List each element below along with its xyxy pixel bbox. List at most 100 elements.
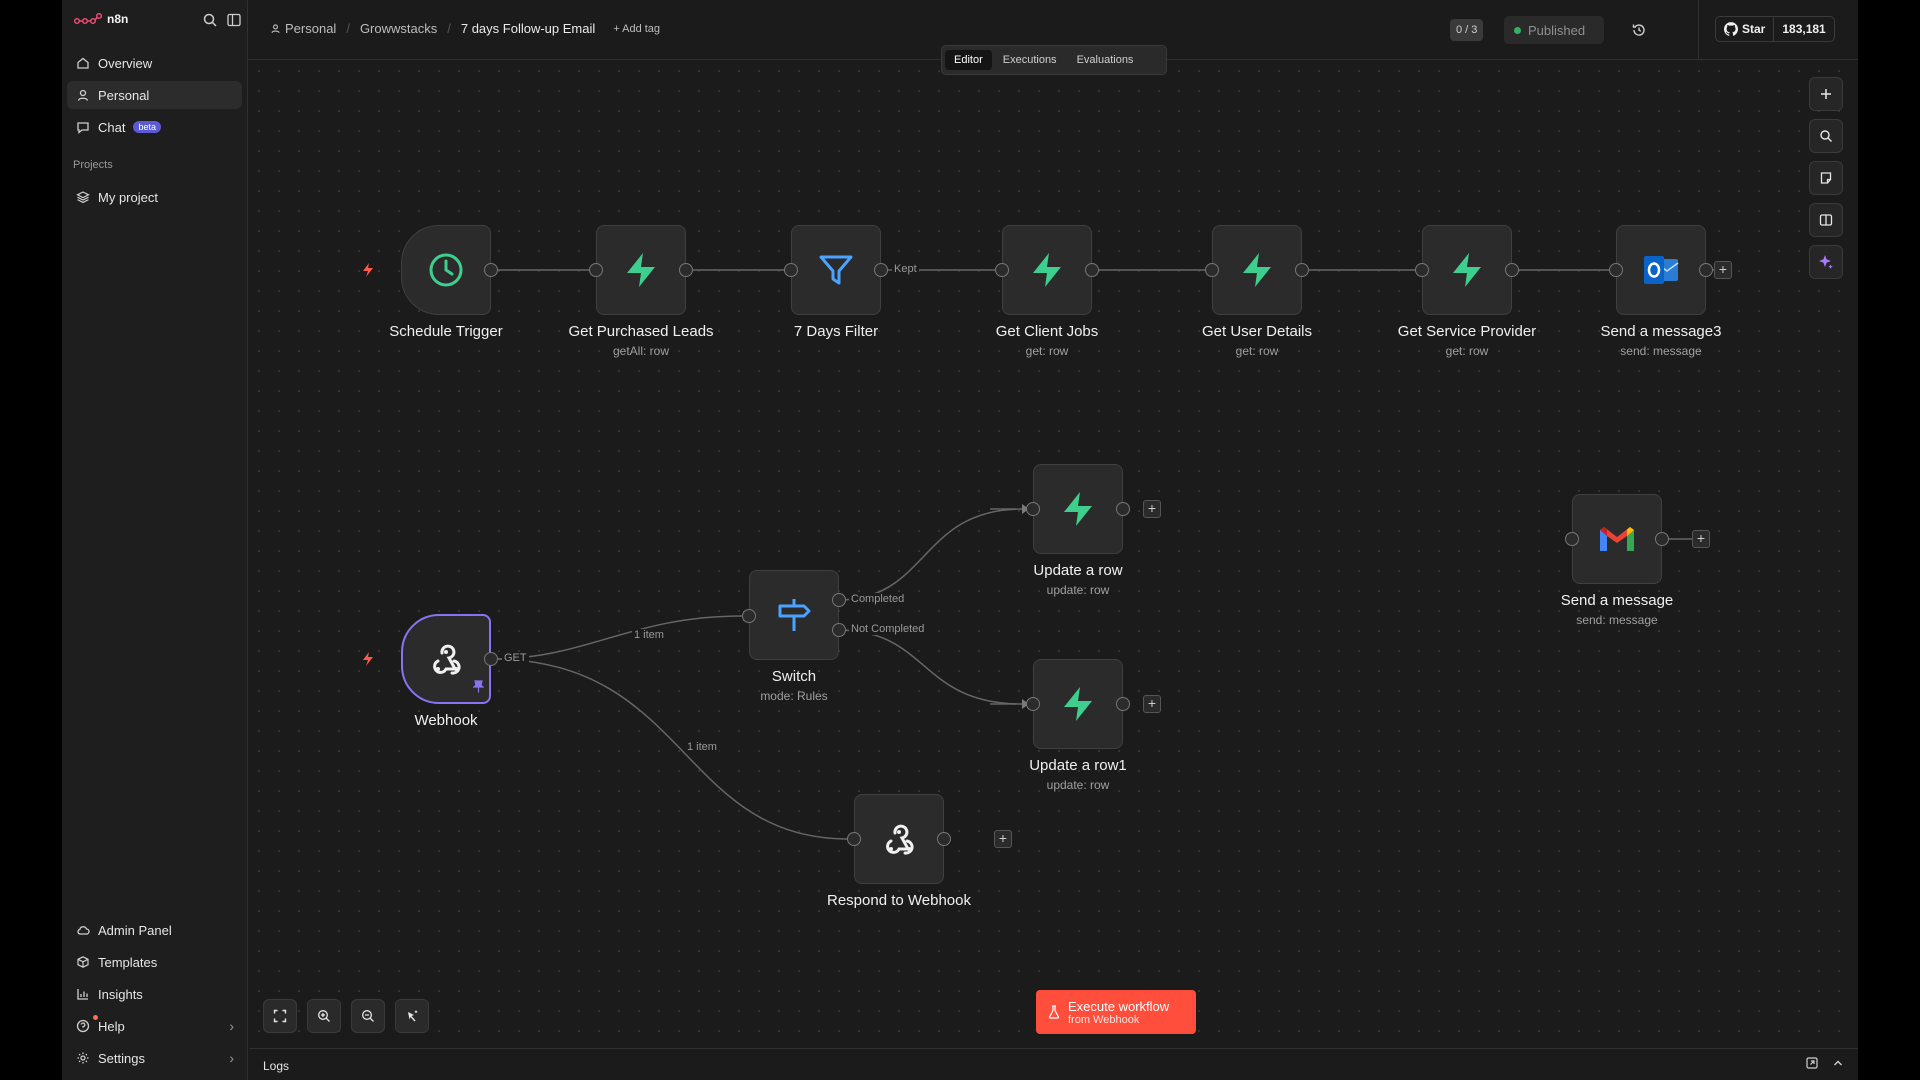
sticky-note-button[interactable] bbox=[1809, 161, 1843, 195]
input-port[interactable] bbox=[1609, 263, 1623, 277]
connection[interactable] bbox=[490, 615, 744, 660]
node-send-a-message[interactable] bbox=[1572, 494, 1662, 584]
chevron-right-icon: › bbox=[229, 1018, 234, 1034]
output-port[interactable] bbox=[679, 263, 693, 277]
trigger-bolt-icon bbox=[361, 262, 375, 283]
home-icon bbox=[77, 57, 89, 69]
bar-chart-icon bbox=[77, 989, 88, 1000]
chevron-up-icon[interactable] bbox=[1832, 1057, 1844, 1072]
workflow-name[interactable]: 7 days Follow-up Email bbox=[461, 21, 595, 36]
connection[interactable] bbox=[490, 658, 850, 840]
input-port[interactable] bbox=[1415, 263, 1429, 277]
node-send-a-message3[interactable] bbox=[1616, 225, 1706, 315]
node-respond-to-webhook[interactable] bbox=[854, 794, 944, 884]
output-port[interactable] bbox=[1116, 697, 1130, 711]
output-port[interactable] bbox=[484, 263, 498, 277]
add-node-button[interactable]: + bbox=[1143, 695, 1161, 713]
input-port[interactable] bbox=[784, 263, 798, 277]
output-port[interactable] bbox=[484, 652, 498, 666]
add-node-button[interactable]: + bbox=[1714, 261, 1732, 279]
node-label: Get User Details bbox=[1201, 323, 1313, 340]
input-port[interactable] bbox=[589, 263, 603, 277]
input-port[interactable] bbox=[847, 832, 861, 846]
output-port[interactable] bbox=[1699, 263, 1713, 277]
toggle-panel-button[interactable] bbox=[1809, 203, 1843, 237]
sidebar-item-settings[interactable]: Settings › bbox=[67, 1044, 242, 1072]
breadcrumb-growwstacks[interactable]: Growwstacks bbox=[360, 21, 437, 36]
add-tag-button[interactable]: + Add tag bbox=[613, 23, 660, 35]
search-nodes-button[interactable] bbox=[1809, 119, 1843, 153]
output-port-not-completed[interactable] bbox=[832, 623, 846, 637]
input-port[interactable] bbox=[1205, 263, 1219, 277]
zoom-out-button[interactable] bbox=[351, 999, 385, 1033]
add-node-panel-button[interactable] bbox=[1809, 77, 1843, 111]
input-port[interactable] bbox=[1026, 502, 1040, 516]
logs-panel[interactable]: Logs bbox=[249, 1048, 1858, 1080]
workflow-canvas[interactable]: Schedule Trigger Get Purchased Leads get… bbox=[249, 61, 1858, 1048]
sidebar-item-label: Admin Panel bbox=[98, 922, 172, 938]
input-port[interactable] bbox=[742, 609, 756, 623]
sidebar-item-insights[interactable]: Insights bbox=[67, 980, 242, 1008]
breadcrumb-personal[interactable]: Personal bbox=[285, 21, 336, 36]
search-icon[interactable] bbox=[202, 12, 218, 28]
published-button[interactable]: Published bbox=[1504, 16, 1604, 44]
zoom-in-button[interactable] bbox=[307, 999, 341, 1033]
sidebar-toggle-icon[interactable] bbox=[226, 12, 242, 28]
output-port[interactable] bbox=[1116, 502, 1130, 516]
sidebar-item-admin-panel[interactable]: Admin Panel bbox=[67, 916, 242, 944]
n8n-logo[interactable]: n8n bbox=[74, 12, 128, 26]
zoom-out-icon bbox=[362, 1010, 374, 1022]
output-port-completed[interactable] bbox=[832, 593, 846, 607]
node-label: Get Service Provider bbox=[1397, 323, 1537, 340]
sidebar-item-overview[interactable]: Overview bbox=[67, 49, 242, 77]
sidebar-item-label: Help bbox=[98, 1018, 125, 1034]
sidebar-item-templates[interactable]: Templates bbox=[67, 948, 242, 976]
sidebar-item-my-project[interactable]: My project bbox=[67, 183, 242, 211]
add-node-button[interactable]: + bbox=[1692, 530, 1710, 548]
sidebar-item-chat[interactable]: Chat beta bbox=[67, 113, 242, 141]
output-port[interactable] bbox=[937, 832, 951, 846]
status-dot bbox=[1514, 26, 1521, 34]
output-label-completed: Completed bbox=[849, 593, 907, 605]
input-port[interactable] bbox=[1565, 532, 1579, 546]
input-port[interactable] bbox=[1026, 697, 1040, 711]
node-7-days-filter[interactable] bbox=[791, 225, 881, 315]
sidebar-item-label: Overview bbox=[98, 55, 153, 71]
sidebar-item-personal[interactable]: Personal bbox=[67, 81, 242, 109]
output-port[interactable] bbox=[1655, 532, 1669, 546]
node-subtitle: get: row bbox=[1445, 344, 1489, 358]
github-star-button[interactable]: Star 183,181 bbox=[1715, 16, 1835, 42]
node-update-a-row[interactable] bbox=[1033, 464, 1123, 554]
tab-evaluations[interactable]: Evaluations bbox=[1068, 50, 1143, 70]
node-switch[interactable] bbox=[749, 570, 839, 660]
chevron-right-icon: › bbox=[229, 1050, 234, 1066]
node-webhook[interactable] bbox=[401, 614, 491, 704]
node-get-service-provider[interactable] bbox=[1422, 225, 1512, 315]
evaluation-counter: 0 / 3 bbox=[1450, 19, 1484, 41]
output-port[interactable] bbox=[1295, 263, 1309, 277]
output-port[interactable] bbox=[1505, 263, 1519, 277]
ai-assistant-button[interactable] bbox=[1809, 245, 1843, 279]
github-star[interactable]: Star bbox=[1716, 17, 1775, 41]
node-subtitle: get: row bbox=[1025, 344, 1069, 358]
node-get-purchased-leads[interactable] bbox=[596, 225, 686, 315]
node-get-user-details[interactable] bbox=[1212, 225, 1302, 315]
sparkle-icon bbox=[1819, 255, 1833, 269]
history-icon[interactable] bbox=[1631, 22, 1647, 43]
sidebar-item-help[interactable]: Help › bbox=[67, 1012, 242, 1040]
input-port[interactable] bbox=[995, 263, 1009, 277]
output-port[interactable] bbox=[874, 263, 888, 277]
supabase-icon bbox=[627, 253, 655, 287]
node-schedule-trigger[interactable] bbox=[401, 225, 491, 315]
execute-workflow-button[interactable]: Execute workflow from Webhook bbox=[1036, 990, 1196, 1034]
add-node-button[interactable]: + bbox=[1143, 500, 1161, 518]
tab-editor[interactable]: Editor bbox=[945, 50, 992, 70]
tab-executions[interactable]: Executions bbox=[994, 50, 1066, 70]
output-port[interactable] bbox=[1085, 263, 1099, 277]
node-get-client-jobs[interactable] bbox=[1002, 225, 1092, 315]
add-node-button[interactable]: + bbox=[994, 830, 1012, 848]
fit-view-button[interactable] bbox=[263, 999, 297, 1033]
pop-out-icon[interactable] bbox=[1806, 1057, 1818, 1072]
node-update-a-row1[interactable] bbox=[1033, 659, 1123, 749]
tidy-up-button[interactable] bbox=[395, 999, 429, 1033]
